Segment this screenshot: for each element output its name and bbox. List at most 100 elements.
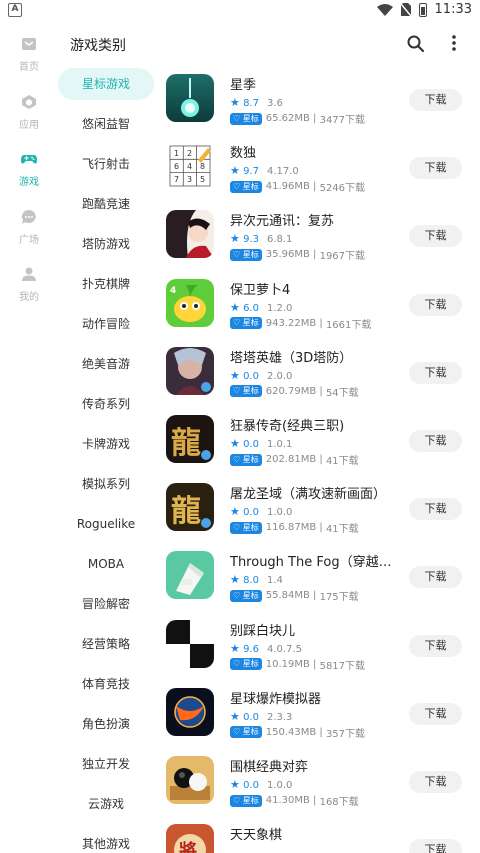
separator: | — [309, 249, 320, 261]
page-title: 游戏类别 — [70, 38, 126, 54]
game-name[interactable]: 屠龙圣域（满攻速新画面） — [230, 483, 402, 502]
game-name[interactable]: 星季 — [230, 74, 402, 93]
svg-text:5: 5 — [200, 175, 205, 184]
star-badge-label: 星标 — [242, 454, 259, 464]
status-bar: A 11:33 — [0, 0, 480, 22]
game-stats-row: ♡ 星标 620.79MB | 54下载 — [230, 384, 359, 399]
game-name[interactable]: 塔塔英雄（3D塔防） — [230, 347, 402, 366]
game-row[interactable]: Through The Fog（穿越迷雾... ★ 8.0 1.4 ♡ 星标 55.84… — [160, 543, 480, 611]
category-item[interactable]: 悠闲益智 — [58, 108, 154, 140]
game-row[interactable]: 塔塔英雄（3D塔防） ★ 0.0 2.0.0 ♡ 星标 620.79MB | 54下载 下… — [160, 339, 480, 407]
game-name[interactable]: 异次元通讯：复苏 — [230, 210, 402, 229]
download-button[interactable]: 下载 — [409, 89, 462, 111]
game-row[interactable]: 將 天天象棋 下载 — [160, 816, 480, 853]
game-row[interactable]: 围棋经典对弈 ★ 0.0 1.0.0 ♡ 星标 41.30MB | 168下载 下载 — [160, 748, 480, 816]
game-icon[interactable]: 將 — [166, 824, 214, 853]
game-row[interactable]: 龍 狂暴传奇(经典三职) ★ 0.0 1.0.1 ♡ 星标 202.81MB | 41下载… — [160, 407, 480, 475]
more-vert-icon[interactable] — [444, 33, 464, 53]
star-icon: ★ — [230, 232, 240, 246]
svg-text:2: 2 — [187, 149, 192, 158]
category-item[interactable]: 其他游戏 — [58, 828, 154, 853]
game-rating-row: ★ 6.0 1.2.0 — [230, 301, 292, 314]
category-item[interactable]: 独立开发 — [58, 748, 154, 780]
category-item[interactable]: 绝美音游 — [58, 348, 154, 380]
download-button[interactable]: 下载 — [409, 430, 462, 452]
game-row[interactable]: 星季 ★ 8.7 3.6 ♡ 星标 65.62MB | 3477下载 下载 — [160, 66, 480, 134]
rail-item-square[interactable]: 广场 — [0, 209, 58, 257]
download-button[interactable]: 下载 — [409, 634, 462, 657]
rail-item-games[interactable]: 游戏 — [0, 151, 58, 199]
game-name[interactable]: 围棋经典对弈 — [230, 756, 402, 775]
download-button[interactable]: 下载 — [409, 566, 462, 589]
category-item[interactable]: 体育竞技 — [58, 668, 154, 700]
category-item[interactable]: 角色扮演 — [58, 708, 154, 740]
download-button[interactable]: 下载 — [409, 293, 462, 316]
game-row[interactable]: 别踩白块儿 ★ 9.6 4.0.7.5 ♡ 星标 10.19MB | 5817下载 下载 — [160, 612, 480, 680]
category-item[interactable]: 传奇系列 — [58, 388, 154, 420]
game-score: 8.0 — [243, 575, 259, 587]
game-row[interactable]: 龍屠龙圣域（满攻速新画面） ★ 0.0 1.0.0 ♡ 星标 116.87MB | 41… — [160, 475, 480, 543]
game-score: 0.0 — [243, 507, 259, 519]
game-name[interactable]: 狂暴传奇(经典三职) — [230, 415, 402, 434]
game-icon[interactable] — [166, 756, 214, 804]
category-item[interactable]: 云游戏 — [58, 788, 154, 820]
download-button[interactable]: 下载 — [409, 839, 462, 853]
category-item[interactable]: 跑酷竞速 — [58, 188, 154, 220]
game-icon[interactable] — [166, 687, 214, 736]
game-downloads: 1967下载 — [319, 251, 366, 263]
download-button[interactable]: 下载 — [409, 771, 462, 793]
game-name[interactable]: 天天象棋 — [230, 824, 402, 843]
svg-text:3: 3 — [187, 175, 192, 184]
category-item[interactable]: 冒险解密 — [58, 588, 154, 620]
game-downloads: 5246下载 — [319, 183, 366, 195]
download-button[interactable]: 下载 — [409, 225, 462, 248]
game-icon[interactable] — [166, 210, 214, 259]
game-size: 150.43MB — [265, 726, 317, 738]
category-item[interactable]: 模拟系列 — [58, 468, 154, 500]
game-row[interactable]: 4 保卫萝卜4 ★ 6.0 1.2.0 ♡ 星标 943.22MB | 1661下载 下载 — [160, 271, 480, 339]
search-icon[interactable] — [406, 34, 426, 54]
rail-item-apps[interactable]: 应用 — [0, 94, 58, 142]
star-icon: ★ — [230, 505, 240, 519]
game-score: 0.0 — [243, 370, 259, 382]
category-item[interactable]: 经营策略 — [58, 628, 154, 660]
separator: | — [309, 181, 320, 193]
category-item[interactable]: 星标游戏 — [58, 68, 154, 100]
category-item[interactable]: MOBA — [58, 548, 154, 580]
category-item[interactable]: Roguelike — [58, 508, 154, 540]
game-icon[interactable]: 龍 — [166, 415, 214, 463]
game-name[interactable]: Through The Fog（穿越迷雾... — [230, 551, 402, 570]
game-name[interactable]: 数独 — [230, 142, 402, 161]
game-row[interactable]: 星球爆炸模拟器 ★ 0.0 2.3.3 ♡ 星标 150.43MB | 357下载 下载 — [160, 680, 480, 748]
game-stats-row: ♡ 星标 41.96MB | 5246下载 — [230, 179, 365, 194]
star-icon: ★ — [230, 641, 240, 655]
category-item[interactable]: 扑克棋牌 — [58, 268, 154, 300]
category-item[interactable]: 动作冒险 — [58, 308, 154, 340]
notification-a-icon: A — [8, 3, 22, 17]
game-icon[interactable]: 龍 — [166, 483, 214, 532]
game-row[interactable]: 1 2 6 4 8 7 3 5 数独 ★ 9.7 4.17.0 ♡ 星标 41.96MB | 5246下… — [160, 134, 480, 202]
category-item[interactable]: 塔防游戏 — [58, 228, 154, 260]
rail-item-home[interactable]: 首页 — [0, 36, 58, 84]
download-button[interactable]: 下载 — [409, 498, 462, 521]
game-icon[interactable] — [166, 551, 214, 600]
download-button[interactable]: 下载 — [409, 157, 462, 180]
game-icon[interactable] — [166, 619, 214, 668]
download-button[interactable]: 下载 — [409, 702, 462, 725]
game-icon[interactable]: 12648 735 — [166, 142, 214, 191]
download-button[interactable]: 下载 — [409, 361, 462, 384]
game-name[interactable]: 别踩白块儿 — [230, 620, 402, 639]
rail-item-me[interactable]: 我的 — [0, 266, 58, 314]
game-name[interactable]: 星球爆炸模拟器 — [230, 688, 402, 707]
star-badge-label: 星标 — [242, 522, 259, 532]
star-badge-label: 星标 — [242, 795, 259, 805]
star-icon: ★ — [230, 300, 240, 314]
game-icon[interactable]: 4 — [166, 278, 214, 327]
game-icon[interactable] — [166, 74, 214, 122]
game-name[interactable]: 保卫萝卜4 — [230, 279, 402, 298]
category-item[interactable]: 卡牌游戏 — [58, 428, 154, 460]
game-row[interactable]: 异次元通讯：复苏 ★ 9.3 6.8.1 ♡ 星标 35.96MB | 1967下载 下载 — [160, 202, 480, 270]
game-icon[interactable] — [166, 346, 214, 395]
star-badge-label: 星标 — [242, 181, 259, 191]
category-item[interactable]: 飞行射击 — [58, 148, 154, 180]
